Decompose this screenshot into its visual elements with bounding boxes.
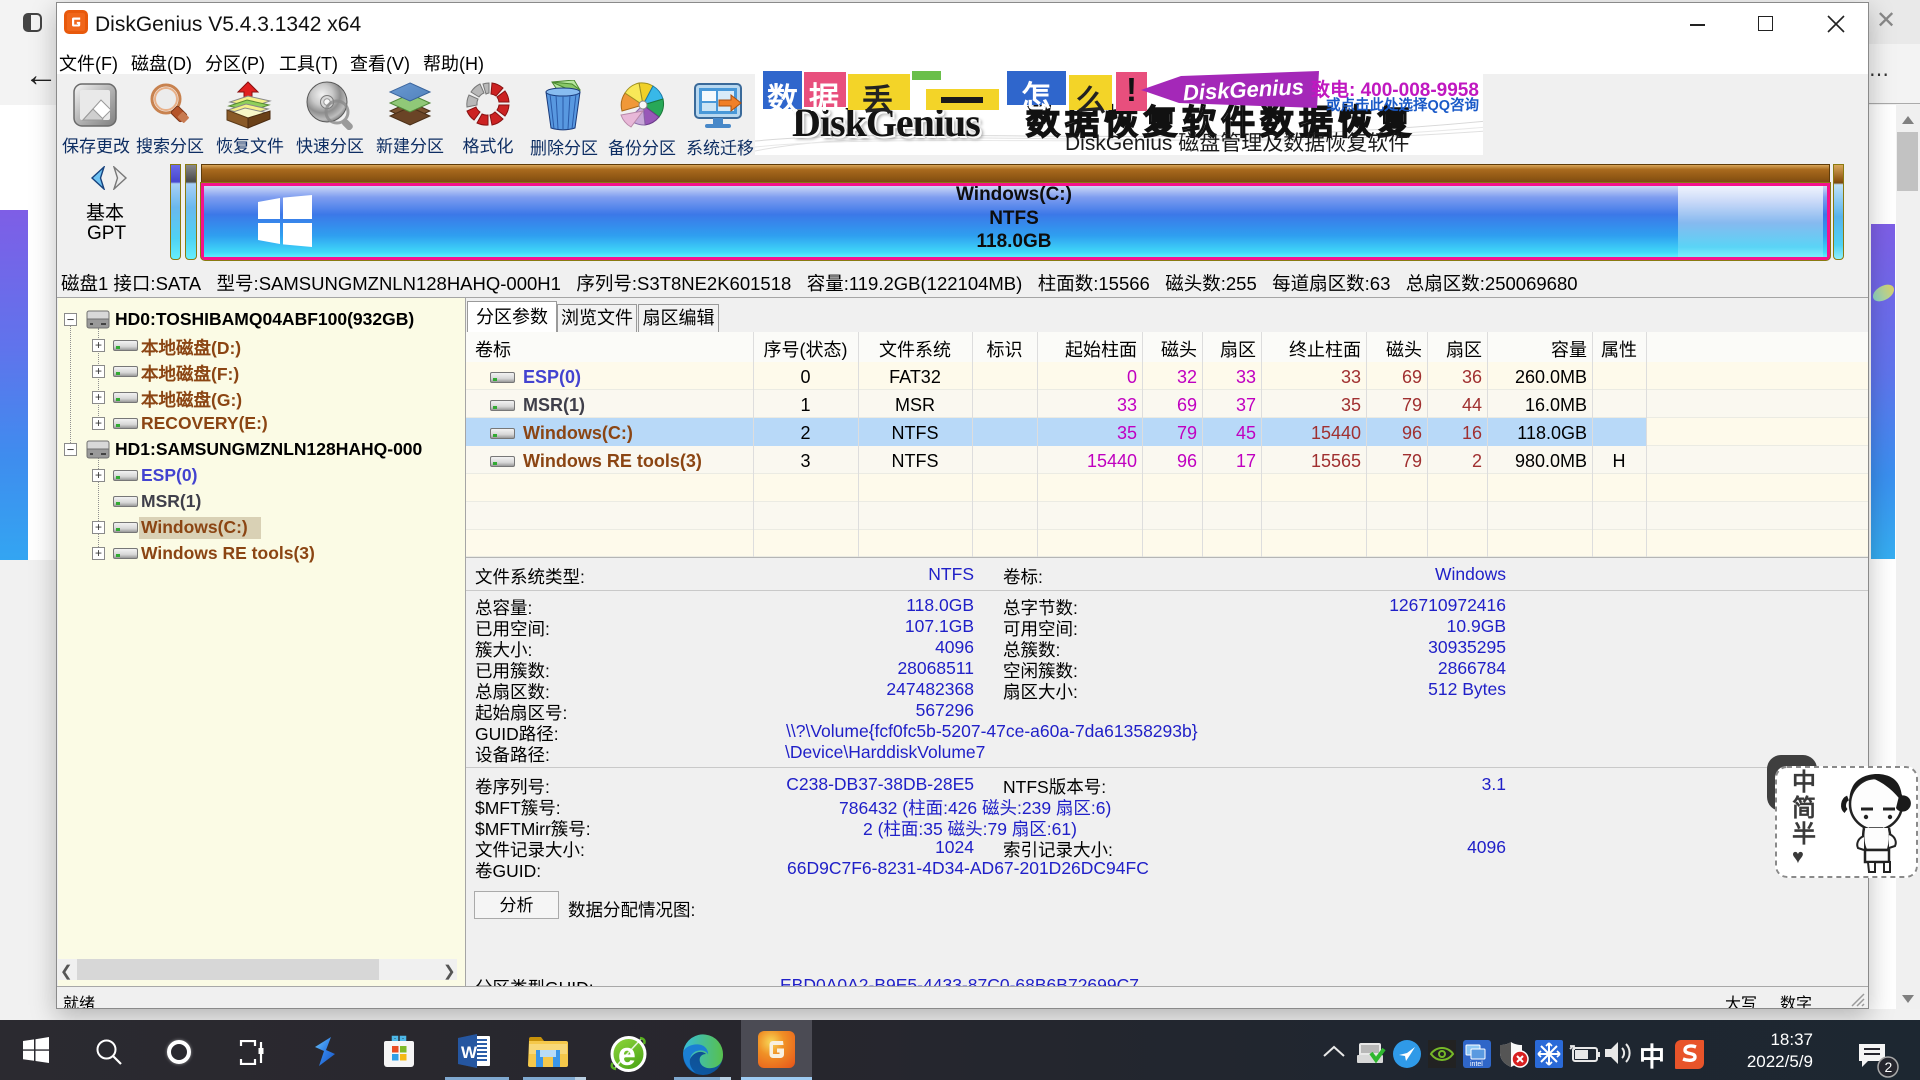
svg-text:W: W <box>461 1043 478 1062</box>
svg-text:2: 2 <box>1885 1059 1893 1075</box>
svg-text:intel: intel <box>1470 1061 1483 1068</box>
